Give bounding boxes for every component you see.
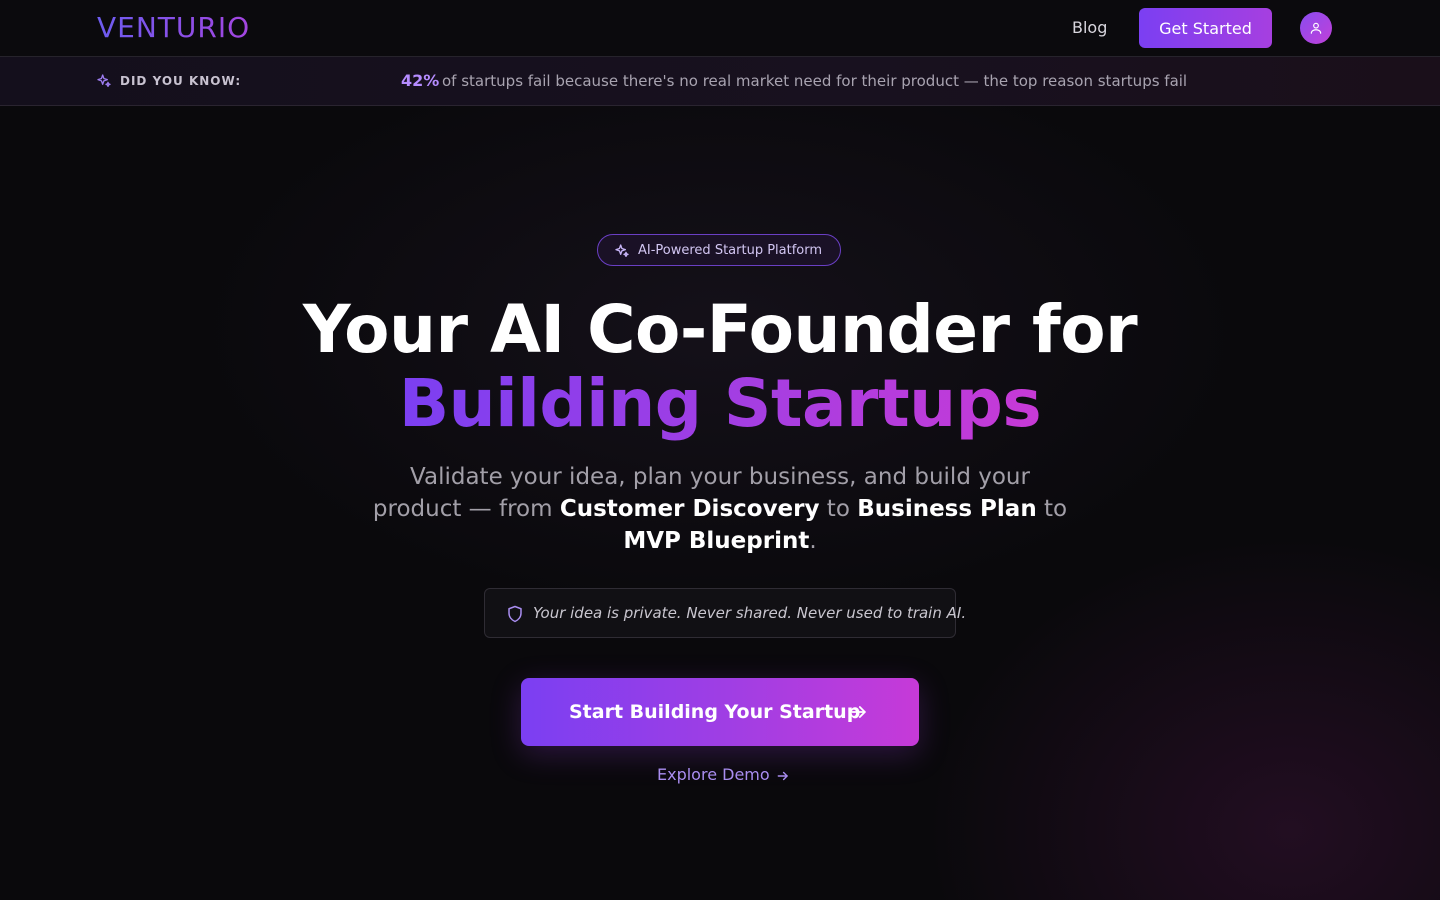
privacy-notice: Your idea is private. Never shared. Neve… xyxy=(484,588,966,638)
subtitle-text: . xyxy=(809,528,817,554)
hero-title-line1: Your AI Co-Founder for xyxy=(302,291,1138,368)
hero-subtitle: Validate your idea, plan your business, … xyxy=(370,461,1070,557)
sparkles-icon xyxy=(615,244,629,257)
subtitle-text: to xyxy=(819,496,858,522)
nav-blog-link[interactable]: Blog xyxy=(1072,17,1107,39)
shield-icon xyxy=(508,605,522,623)
subtitle-customer-discovery: Customer Discovery xyxy=(559,496,820,522)
subtitle-text: to xyxy=(1036,496,1068,522)
start-building-label: Start Building Your Startup xyxy=(569,701,861,723)
user-icon xyxy=(1310,22,1322,34)
sparkles-icon xyxy=(97,74,111,87)
did-you-know-label: DID YOU KNOW: xyxy=(120,74,242,88)
subtitle-mvp-blueprint: MVP Blueprint xyxy=(623,528,810,554)
venturio-logo[interactable]: VENTURIO xyxy=(97,12,250,44)
arrow-right-icon xyxy=(851,706,866,718)
privacy-text: Your idea is private. Never shared. Neve… xyxy=(533,604,967,622)
stat-value: 42% xyxy=(401,71,440,90)
badge-label: AI-Powered Startup Platform xyxy=(638,243,823,258)
stat-description: of startups fail because there's no real… xyxy=(442,72,1188,90)
get-started-button[interactable]: Get Started xyxy=(1139,8,1272,48)
explore-demo-label: Explore Demo xyxy=(657,765,770,784)
subtitle-business-plan: Business Plan xyxy=(857,496,1037,522)
start-building-button[interactable]: Start Building Your Startup xyxy=(521,678,919,746)
did-you-know-banner: DID YOU KNOW: 42% of startups fail becau… xyxy=(0,57,1440,106)
hero-title-gradient: Building Startups xyxy=(398,365,1042,442)
platform-badge: AI-Powered Startup Platform xyxy=(597,234,841,266)
hero-title-line2: Building Startups xyxy=(0,364,1440,444)
explore-demo-link[interactable]: Explore Demo xyxy=(657,764,790,786)
top-navbar: VENTURIO Blog Get Started xyxy=(0,0,1440,57)
arrow-right-icon xyxy=(777,771,788,780)
user-avatar-button[interactable] xyxy=(1300,12,1332,44)
